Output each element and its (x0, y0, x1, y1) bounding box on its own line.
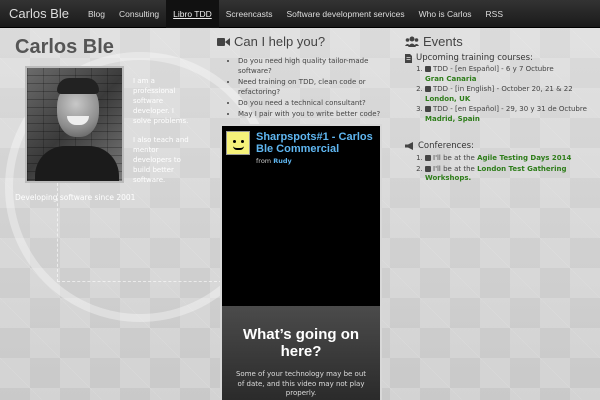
help-list: Do you need high quality tailor-made sof… (228, 56, 383, 120)
help-item: Do you need high quality tailor-made sof… (238, 56, 383, 76)
training-subtitle: Upcoming training courses: (405, 53, 533, 63)
video-error-title: What’s going on here? (242, 326, 360, 360)
training-item: TDD - [in English] - October 20, 21 & 22… (425, 85, 597, 104)
nav-item-libro-tdd[interactable]: Libro TDD (166, 0, 219, 28)
uploader-avatar[interactable] (226, 131, 250, 155)
training-list: TDD - [en Español] - 6 y 7 Octubre Gran … (425, 65, 597, 125)
checkbox-icon (425, 86, 431, 92)
help-title-text: Can I help you? (234, 34, 326, 49)
training-location[interactable]: London, UK (425, 95, 597, 105)
training-item: TDD - [en Español] - 29, 30 y 31 de Octu… (425, 105, 597, 124)
training-item: TDD - [en Español] - 6 y 7 Octubre Gran … (425, 65, 597, 84)
top-navbar: Carlos Ble Blog Consulting Libro TDD Scr… (0, 0, 600, 28)
document-icon (405, 53, 412, 63)
training-location[interactable]: Madrid, Spain (425, 115, 597, 125)
video-title[interactable]: Sharpspots#1 - Carlos Ble Commercial (256, 131, 378, 155)
events-section-title: Events (405, 34, 463, 49)
conference-link[interactable]: Agile Testing Days 2014 (477, 154, 571, 162)
help-section-title: Can I help you? (217, 34, 325, 49)
conferences-subtitle-text: Conferences: (418, 141, 474, 151)
profile-photo (25, 66, 124, 183)
video-embed[interactable]: Sharpspots#1 - Carlos Ble Commercial fro… (220, 124, 382, 400)
checkbox-icon (425, 66, 431, 72)
bio-paragraph-2: I also teach and mentor developers to bu… (133, 136, 189, 184)
checkbox-icon (425, 165, 431, 172)
events-title-text: Events (423, 34, 463, 49)
nav-item-screencasts[interactable]: Screencasts (219, 0, 280, 28)
conference-item: I'll be at the London Test Gathering Wor… (425, 165, 597, 184)
help-item: Need training on TDD, clean code or refa… (238, 77, 383, 97)
video-camera-icon (217, 37, 230, 46)
users-icon (405, 36, 419, 47)
nav-item-blog[interactable]: Blog (81, 0, 112, 28)
nav-item-consulting[interactable]: Consulting (112, 0, 166, 28)
brand-link[interactable]: Carlos Ble (0, 6, 81, 21)
training-subtitle-text: Upcoming training courses: (416, 53, 533, 63)
conference-item: I'll be at the Agile Testing Days 2014 (425, 154, 597, 164)
video-uploader-link[interactable]: Rudy (273, 157, 292, 165)
conferences-subtitle: Conferences: (405, 141, 474, 151)
profile-tagline: Developing software since 2001 (15, 193, 136, 202)
bio-paragraph-1: I am a professional software developer. … (133, 77, 189, 125)
nav-item-software-development-services[interactable]: Software development services (280, 0, 412, 28)
video-error-message: Some of your technology may be out of da… (235, 370, 367, 397)
megaphone-icon (405, 142, 413, 150)
conferences-list: I'll be at the Agile Testing Days 2014 I… (425, 154, 597, 185)
profile-bio: I am a professional software developer. … (133, 76, 193, 194)
help-item: Do you need a technical consultant? (238, 98, 383, 108)
help-item: May I pair with you to write better code… (238, 109, 383, 119)
nav-item-rss[interactable]: RSS (479, 0, 510, 28)
nav-item-who-is-carlos[interactable]: Who is Carlos (412, 0, 479, 28)
checkbox-icon (425, 155, 431, 161)
checkbox-icon (425, 106, 431, 112)
training-location[interactable]: Gran Canaria (425, 75, 597, 85)
profile-name: Carlos Ble (15, 36, 114, 58)
video-from: from Rudy (256, 157, 292, 165)
